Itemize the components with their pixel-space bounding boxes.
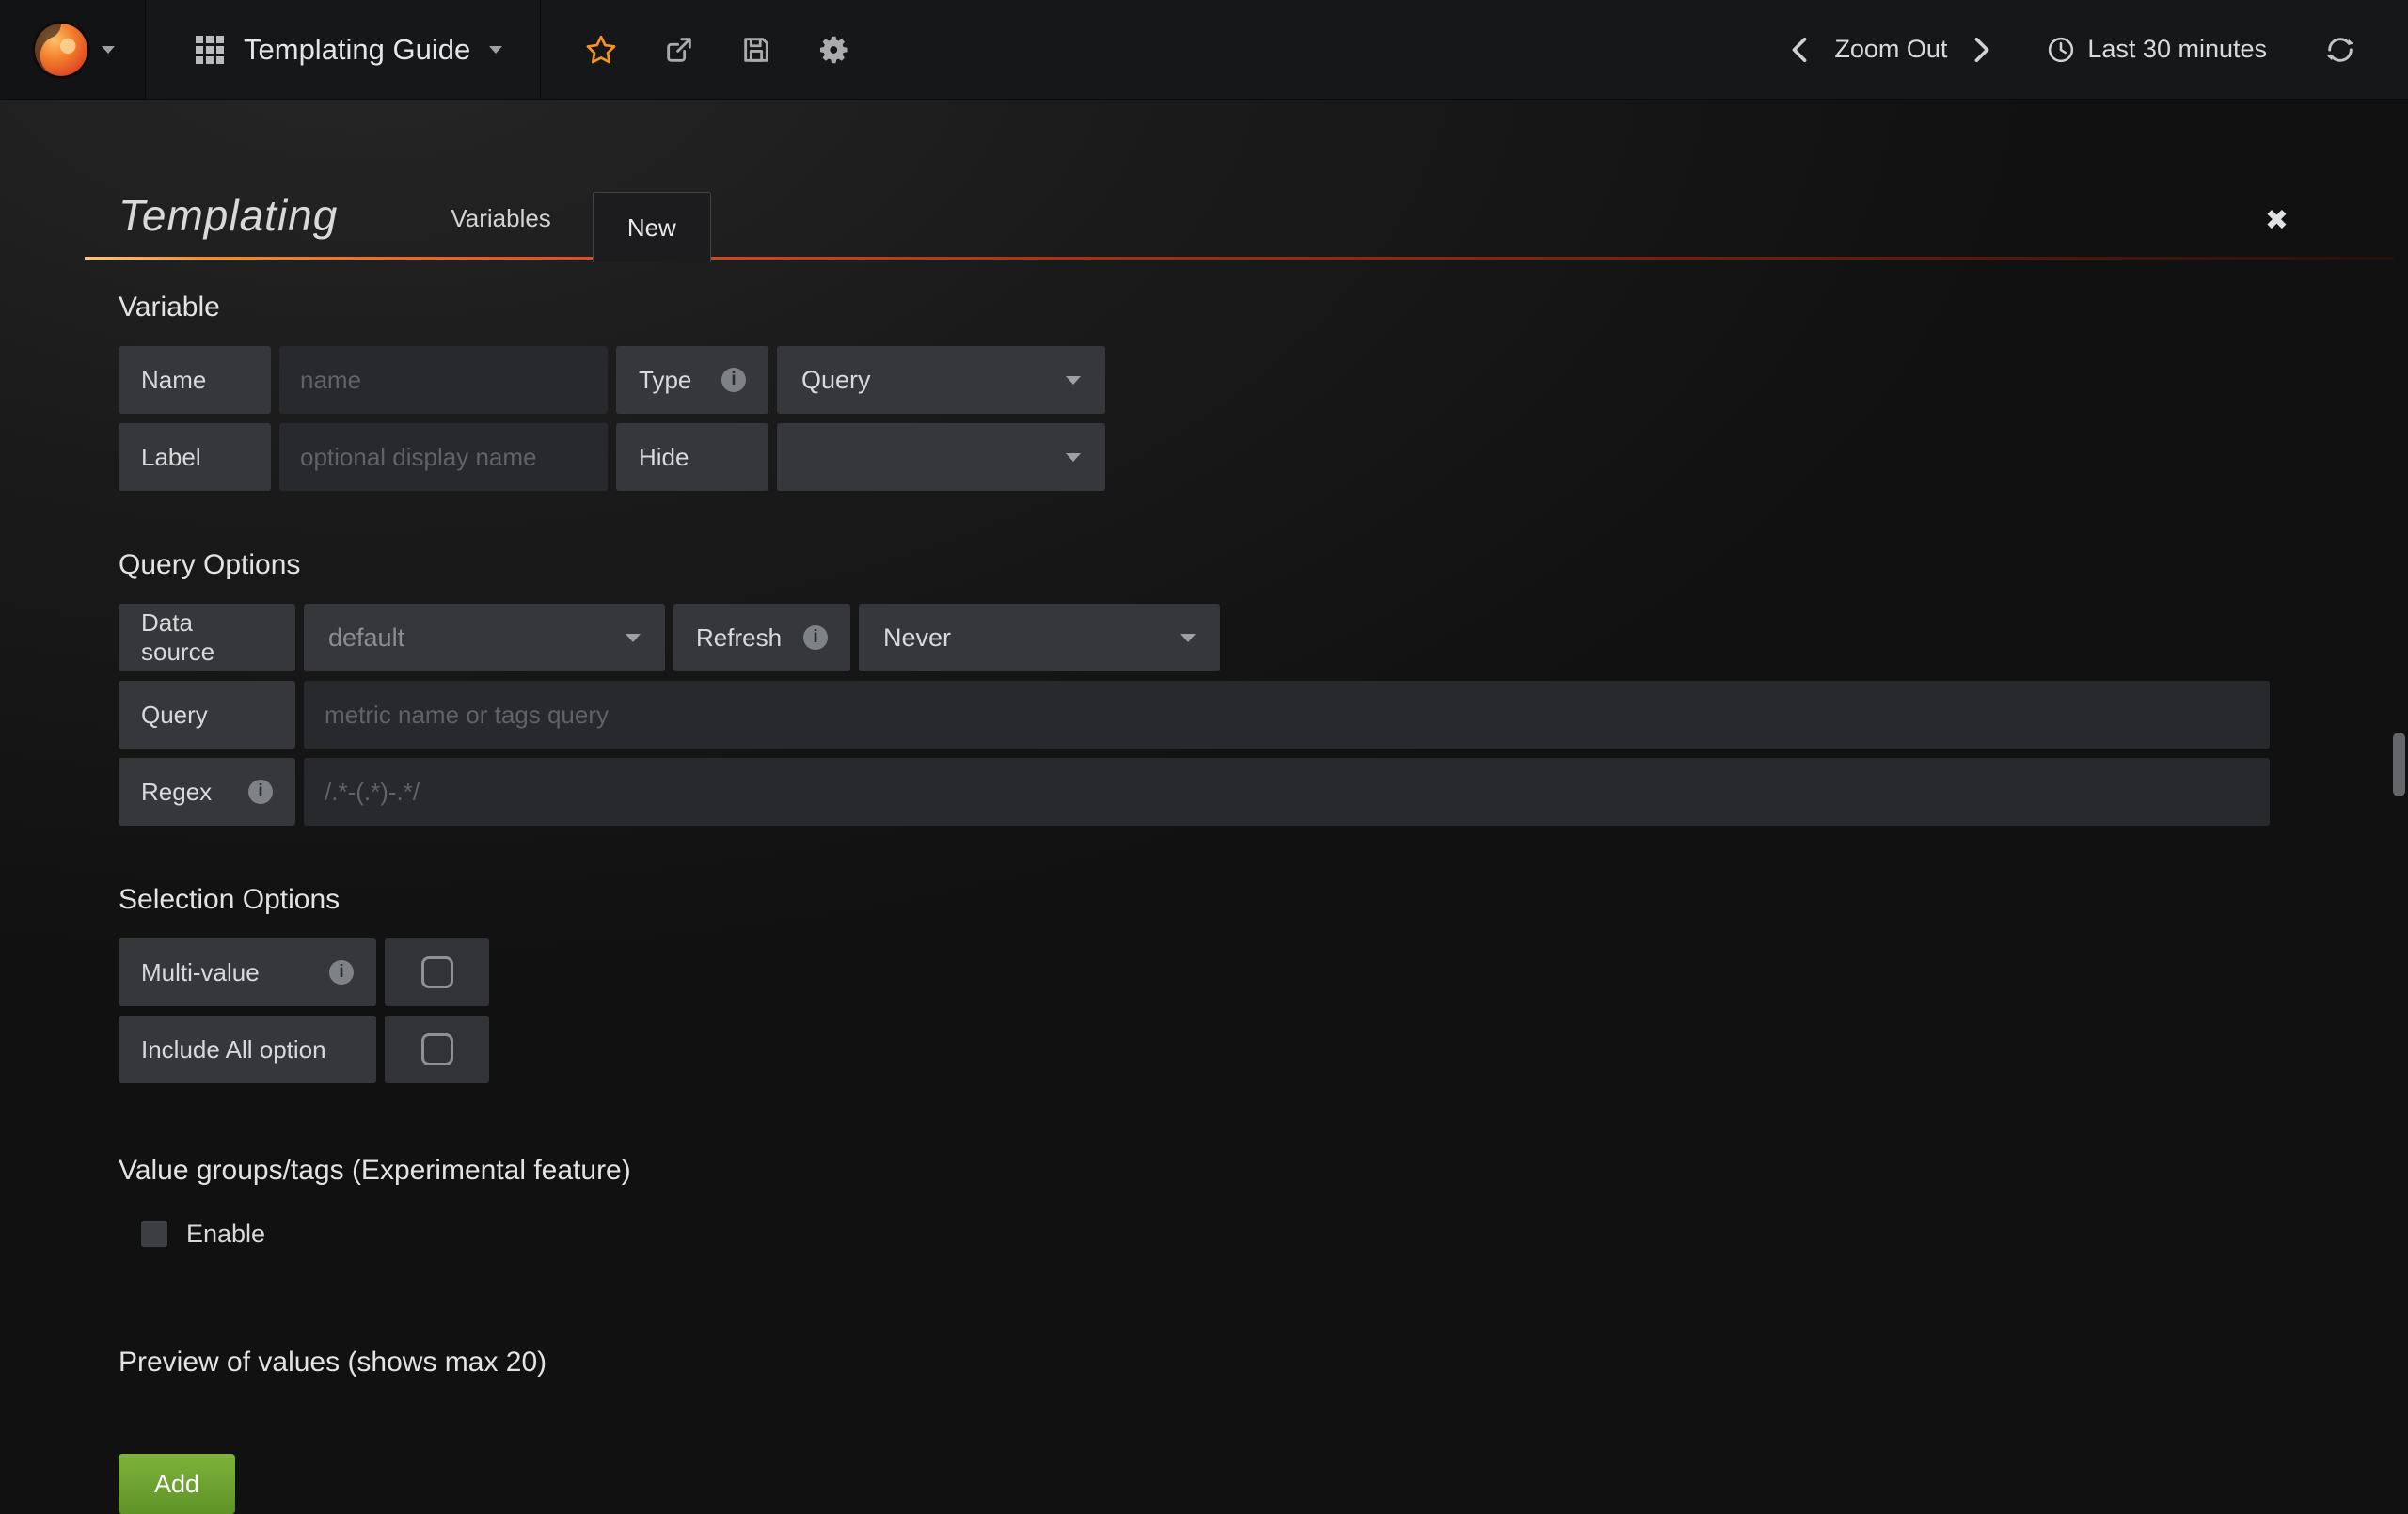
checkbox-icon <box>421 1033 453 1065</box>
variable-name-row: Name Type i Query <box>119 346 2269 414</box>
navbar-spacer <box>851 0 1791 99</box>
multi-value-row: Multi-value i <box>119 938 2269 1006</box>
variable-label-row: Label Hide <box>119 423 2269 491</box>
save-icon <box>740 34 772 66</box>
multi-value-label: Multi-value i <box>119 938 376 1006</box>
include-all-label: Include All option <box>119 1016 376 1083</box>
share-icon <box>663 34 695 66</box>
enable-row: Enable <box>141 1215 2269 1253</box>
name-input[interactable] <box>279 346 608 414</box>
regex-label: Regex i <box>119 758 295 826</box>
gear-icon <box>817 33 851 67</box>
grafana-menu-caret-icon <box>102 46 115 54</box>
chevron-down-icon <box>626 634 641 642</box>
time-range-label: Last 30 minutes <box>2087 35 2267 64</box>
refresh-select[interactable]: Never <box>859 604 1220 671</box>
datasource-label: Data source <box>119 604 295 671</box>
top-navbar: Templating Guide <box>0 0 2408 100</box>
refresh-info-icon: i <box>803 625 828 650</box>
refresh-label: Refresh i <box>673 604 850 671</box>
settings-button[interactable] <box>817 33 851 67</box>
query-input[interactable] <box>304 681 2270 749</box>
chevron-down-icon <box>1180 634 1196 642</box>
query-label: Query <box>119 681 295 749</box>
refresh-select-value: Never <box>883 623 951 653</box>
dashboard-caret-icon <box>489 46 502 54</box>
type-label: Type i <box>616 346 768 414</box>
time-range-picker[interactable]: Last 30 minutes <box>2041 34 2273 65</box>
dashboard-picker[interactable]: Templating Guide <box>146 0 541 99</box>
type-select-value: Query <box>801 366 871 395</box>
query-row: Query <box>119 681 2269 749</box>
enable-checkbox[interactable] <box>141 1221 167 1247</box>
regex-input[interactable] <box>304 758 2270 826</box>
enable-label: Enable <box>186 1220 265 1249</box>
label-label: Label <box>119 423 271 491</box>
zoom-out-button[interactable]: Zoom Out <box>1834 35 1947 64</box>
grafana-logo-icon <box>30 19 92 81</box>
scrollbar-thumb[interactable] <box>2393 733 2405 796</box>
grafana-main-menu[interactable] <box>0 0 146 99</box>
page-title: Templating <box>119 194 338 260</box>
dashboard-settings-view: Templating Variables New ✖ Variable Name… <box>0 100 2408 1504</box>
value-groups-title: Value groups/tags (Experimental feature) <box>119 1155 2269 1187</box>
regex-info-icon: i <box>248 780 273 804</box>
share-button[interactable] <box>663 34 695 66</box>
checkbox-icon <box>421 956 453 988</box>
star-button[interactable] <box>584 33 618 67</box>
chevron-down-icon <box>1066 376 1081 385</box>
clock-icon <box>2047 36 2075 64</box>
save-button[interactable] <box>740 34 772 66</box>
datasource-select-value: default <box>328 623 404 653</box>
include-all-checkbox[interactable] <box>385 1016 489 1083</box>
templating-header: Templating Variables New ✖ <box>85 100 2394 260</box>
regex-row: Regex i <box>119 758 2269 826</box>
close-icon[interactable]: ✖ <box>2265 207 2289 235</box>
chevron-right-icon <box>1973 37 1990 63</box>
multi-value-info-icon: i <box>329 960 354 985</box>
dashboard-grid-icon <box>195 35 225 65</box>
chevron-down-icon <box>1066 453 1081 462</box>
time-back-button[interactable] <box>1791 37 1808 63</box>
tab-variables[interactable]: Variables <box>451 204 550 260</box>
include-all-row: Include All option <box>119 1016 2269 1083</box>
dashboard-title: Templating Guide <box>244 33 470 67</box>
time-controls: Zoom Out Last 30 minutes <box>1791 0 2408 99</box>
time-forward-button[interactable] <box>1973 37 1990 63</box>
datasource-row: Data source default Refresh i Never <box>119 604 2269 671</box>
variable-section-title: Variable <box>119 292 2269 323</box>
hide-select[interactable] <box>777 423 1105 491</box>
selection-options-title: Selection Options <box>119 884 2269 916</box>
star-icon <box>584 33 618 67</box>
preview-title: Preview of values (shows max 20) <box>119 1347 2269 1379</box>
refresh-button[interactable] <box>2325 35 2355 65</box>
label-input[interactable] <box>279 423 608 491</box>
datasource-select[interactable]: default <box>304 604 665 671</box>
type-info-icon: i <box>721 368 746 392</box>
query-options-title: Query Options <box>119 549 2269 581</box>
zoom-out-label: Zoom Out <box>1834 35 1947 64</box>
chevron-left-icon <box>1791 37 1808 63</box>
refresh-icon <box>2325 35 2355 65</box>
add-button[interactable]: Add <box>119 1454 235 1514</box>
dashboard-actions <box>541 0 851 99</box>
tab-new[interactable]: New <box>593 192 711 262</box>
hide-label: Hide <box>616 423 768 491</box>
multi-value-checkbox[interactable] <box>385 938 489 1006</box>
variable-editor: Variable Name Type i Query Label Hide Qu… <box>0 292 2408 1514</box>
name-label: Name <box>119 346 271 414</box>
type-select[interactable]: Query <box>777 346 1105 414</box>
